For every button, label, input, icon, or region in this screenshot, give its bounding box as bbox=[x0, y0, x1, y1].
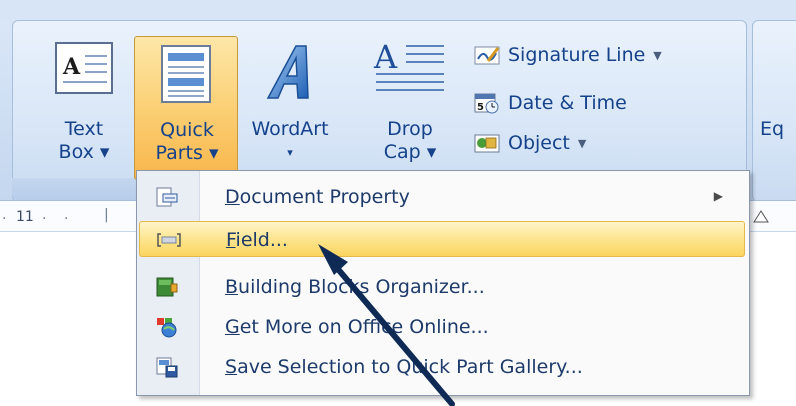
ribbon-top-strip bbox=[0, 0, 796, 20]
building-blocks-icon bbox=[155, 276, 179, 298]
wordart-button[interactable]: WordArt ▾ bbox=[240, 36, 340, 176]
date-time-label: Date & Time bbox=[508, 92, 627, 114]
menu-item-label: Get More on Office Online... bbox=[225, 316, 489, 338]
menu-item-label: Building Blocks Organizer... bbox=[225, 276, 485, 298]
menu-item-field[interactable]: Field... bbox=[139, 221, 745, 257]
ruler-tick-label: 11 bbox=[16, 209, 34, 225]
quick-parts-menu: Document Property ▶ Field... Building Bl… bbox=[136, 170, 750, 396]
drop-cap-icon: A bbox=[373, 38, 444, 91]
signature-line-button[interactable]: Signature Line ▼ bbox=[474, 40, 662, 70]
signature-line-label: Signature Line bbox=[508, 44, 646, 66]
menu-item-building-blocks-organizer[interactable]: Building Blocks Organizer... bbox=[139, 269, 745, 305]
svg-text:A: A bbox=[62, 54, 81, 80]
object-label: Object bbox=[508, 132, 570, 154]
menu-item-label: Field... bbox=[226, 229, 288, 251]
drop-cap-label: Drop Cap ▾ bbox=[383, 118, 437, 163]
field-icon bbox=[156, 229, 181, 251]
wordart-label: WordArt ▾ bbox=[251, 118, 329, 159]
svg-text:A: A bbox=[373, 38, 398, 76]
menu-item-label: Document Property bbox=[225, 186, 410, 208]
svg-text:5: 5 bbox=[477, 102, 484, 113]
menu-item-save-selection[interactable]: Save Selection to Quick Part Gallery... bbox=[139, 349, 745, 385]
signature-line-dropdown-icon[interactable]: ▼ bbox=[653, 49, 661, 62]
indent-marker-icon[interactable] bbox=[753, 209, 769, 223]
menu-item-label: Save Selection to Quick Part Gallery... bbox=[225, 356, 583, 378]
date-time-button[interactable]: 5 Date & Time bbox=[474, 88, 627, 118]
menu-item-get-more-online[interactable]: Get More on Office Online... bbox=[139, 309, 745, 345]
drop-cap-button[interactable]: A Drop Cap ▾ bbox=[362, 36, 458, 176]
wordart-icon bbox=[266, 45, 309, 99]
object-dropdown-icon[interactable]: ▼ bbox=[578, 137, 586, 150]
submenu-arrow-icon: ▶ bbox=[713, 189, 723, 203]
signature-line-icon bbox=[474, 44, 500, 66]
object-icon bbox=[474, 132, 500, 154]
quick-parts-label: Quick Parts ▾ bbox=[155, 119, 219, 164]
object-button[interactable]: Object ▼ bbox=[474, 128, 586, 158]
office-online-icon bbox=[155, 316, 179, 338]
equation-button-fragment[interactable]: Eq bbox=[760, 118, 784, 140]
quick-parts-button[interactable]: Quick Parts ▾ bbox=[134, 36, 238, 180]
calendar-clock-icon: 5 bbox=[474, 92, 500, 114]
menu-item-document-property[interactable]: Document Property ▶ bbox=[139, 179, 745, 215]
text-box-button[interactable]: A Text Box ▾ bbox=[40, 36, 128, 176]
text-box-icon: A bbox=[55, 42, 113, 94]
text-box-label: Text Box ▾ bbox=[58, 118, 110, 163]
next-group bbox=[752, 20, 796, 202]
save-selection-icon bbox=[155, 356, 179, 378]
document-property-icon bbox=[155, 186, 179, 208]
